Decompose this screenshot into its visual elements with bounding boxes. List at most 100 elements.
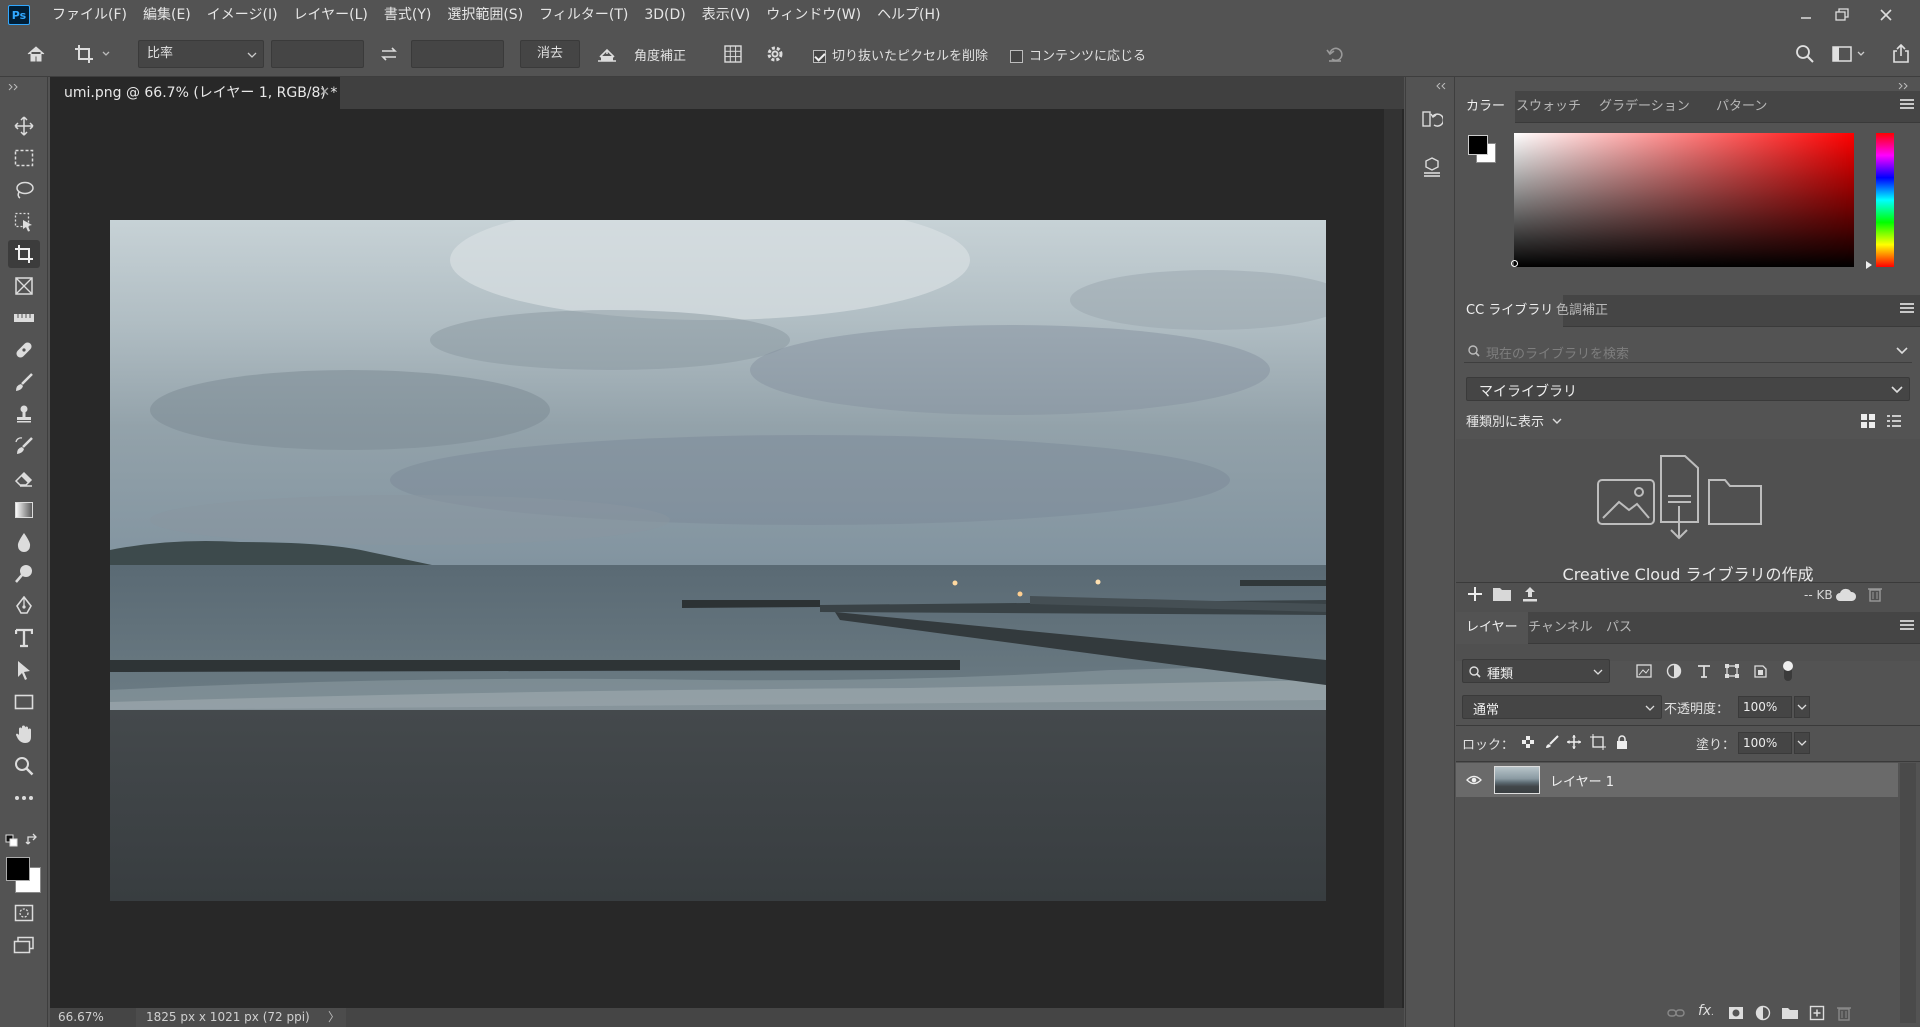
delete-cropped-checkbox[interactable]: 切り抜いたピクセルを削除 (813, 45, 988, 64)
status-arrow-icon[interactable]: 〉 (328, 1008, 340, 1027)
new-group-icon[interactable] (1780, 1004, 1800, 1022)
upload-icon[interactable] (1520, 585, 1540, 603)
color-field[interactable] (1514, 133, 1854, 267)
zoom-level[interactable]: 66.67% (58, 1008, 104, 1027)
lasso-tool-icon[interactable] (8, 176, 40, 204)
close-tab-icon[interactable]: ✕ (319, 77, 330, 109)
menu-image[interactable]: イメージ(I) (199, 0, 286, 30)
layers-panel-menu-icon[interactable] (1900, 620, 1914, 632)
add-mask-icon[interactable] (1726, 1004, 1746, 1022)
menu-3d[interactable]: 3D(D) (636, 0, 693, 30)
height-input[interactable] (411, 40, 504, 68)
hue-slider[interactable] (1876, 133, 1894, 267)
filter-toggle[interactable] (1782, 661, 1794, 683)
home-icon[interactable] (20, 40, 52, 68)
collapse-tools-icon[interactable] (8, 80, 38, 91)
color-panel-menu-icon[interactable] (1900, 99, 1914, 111)
grid-view-icon[interactable] (1860, 413, 1876, 429)
swap-icon[interactable] (374, 42, 404, 66)
dodge-tool-icon[interactable] (8, 560, 40, 588)
share-icon[interactable] (1888, 41, 1914, 67)
minimize-icon[interactable] (1786, 0, 1826, 30)
chevron-down-icon[interactable] (1896, 347, 1908, 355)
cloud-icon[interactable] (1834, 586, 1858, 604)
clear-button[interactable]: 消去 (520, 40, 580, 68)
menu-type[interactable]: 書式(Y) (376, 0, 439, 30)
filter-smart-object-icon[interactable] (1750, 661, 1770, 681)
filter-type-icon[interactable] (1694, 661, 1714, 681)
add-icon[interactable] (1466, 585, 1484, 603)
marquee-tool-icon[interactable] (8, 144, 40, 172)
screen-mode-icon[interactable] (8, 931, 40, 959)
zoom-tool-icon[interactable] (8, 752, 40, 780)
layers-scrollbar[interactable] (1900, 763, 1916, 1023)
delete-layer-icon[interactable] (1834, 1004, 1854, 1022)
collapse-strip-icon[interactable] (1436, 79, 1448, 94)
hand-tool-icon[interactable] (8, 720, 40, 748)
menu-window[interactable]: ウィンドウ(W) (758, 0, 869, 30)
quick-mask-icon[interactable] (8, 899, 40, 927)
filter-adjustment-icon[interactable] (1664, 661, 1684, 681)
default-colors-icon[interactable] (5, 834, 19, 848)
color-foreground-swatch[interactable] (1468, 135, 1488, 155)
crop-preset-icon[interactable] (72, 40, 116, 68)
grid-overlay-icon[interactable] (720, 42, 746, 66)
library-search[interactable]: 現在のライブラリを検索 (1464, 339, 1912, 363)
menu-select[interactable]: 選択範囲(S) (439, 0, 531, 30)
foreground-color-swatch[interactable] (6, 857, 30, 881)
list-view-icon[interactable] (1886, 413, 1902, 429)
menu-file[interactable]: ファイル(F) (44, 0, 135, 30)
menu-edit[interactable]: 編集(E) (135, 0, 199, 30)
search-icon[interactable] (1792, 42, 1818, 66)
history-panel-icon[interactable] (1418, 105, 1446, 133)
canvas-image[interactable] (110, 220, 1326, 901)
folder-icon[interactable] (1492, 585, 1512, 603)
crop-tool-icon[interactable] (8, 240, 40, 268)
properties-panel-icon[interactable] (1418, 153, 1446, 181)
tab-channels[interactable]: チャンネル (1518, 612, 1603, 644)
clone-stamp-tool-icon[interactable] (8, 400, 40, 428)
menu-view[interactable]: 表示(V) (694, 0, 759, 30)
tab-adjustments[interactable]: 色調補正 (1546, 295, 1618, 327)
tab-layers[interactable]: レイヤー (1456, 612, 1528, 644)
layer-name[interactable]: レイヤー 1 (1550, 771, 1614, 790)
frame-tool-icon[interactable] (8, 272, 40, 300)
lock-position-icon[interactable] (1566, 734, 1582, 750)
color-picker-handle[interactable] (1511, 260, 1518, 267)
adjustment-layer-icon[interactable] (1753, 1004, 1773, 1022)
restore-icon[interactable] (1822, 0, 1862, 30)
path-selection-tool-icon[interactable] (8, 656, 40, 684)
tab-patterns[interactable]: パターン (1706, 91, 1777, 123)
tab-gradients[interactable]: グラデーション (1589, 91, 1700, 123)
tab-swatches[interactable]: スウォッチ (1506, 91, 1591, 123)
type-tool-icon[interactable] (8, 624, 40, 652)
view-by-type[interactable]: 種類別に表示 (1466, 411, 1562, 430)
blend-mode-select[interactable]: 通常 (1462, 695, 1662, 719)
tab-paths[interactable]: パス (1596, 612, 1642, 644)
straighten-icon[interactable] (594, 42, 620, 66)
healing-brush-tool-icon[interactable] (8, 336, 40, 364)
link-layers-icon[interactable] (1666, 1004, 1686, 1022)
opacity-input[interactable]: 100% (1738, 696, 1792, 718)
move-tool-icon[interactable] (8, 112, 40, 140)
trash-icon[interactable] (1866, 585, 1884, 603)
lock-all-icon[interactable] (1614, 734, 1630, 750)
lock-transparent-icon[interactable] (1520, 734, 1536, 750)
lock-pixels-icon[interactable] (1544, 734, 1560, 750)
history-brush-tool-icon[interactable] (8, 432, 40, 460)
swap-colors-icon[interactable] (25, 832, 41, 848)
filter-pixel-icon[interactable] (1634, 661, 1654, 681)
eye-icon[interactable] (1466, 774, 1482, 786)
vertical-scrollbar[interactable] (1384, 109, 1402, 1008)
menu-help[interactable]: ヘルプ(H) (869, 0, 948, 30)
reset-icon[interactable] (1322, 42, 1348, 66)
object-selection-tool-icon[interactable] (8, 208, 40, 236)
pen-tool-icon[interactable] (8, 592, 40, 620)
more-tools-icon[interactable] (8, 784, 40, 812)
gradient-tool-icon[interactable] (8, 496, 40, 524)
menu-filter[interactable]: フィルター(T) (531, 0, 636, 30)
fx-icon[interactable]: fx. (1698, 1003, 1714, 1019)
opacity-dropdown[interactable] (1794, 696, 1810, 718)
layer-row[interactable]: レイヤー 1 (1456, 763, 1898, 797)
fill-dropdown[interactable] (1794, 732, 1810, 754)
